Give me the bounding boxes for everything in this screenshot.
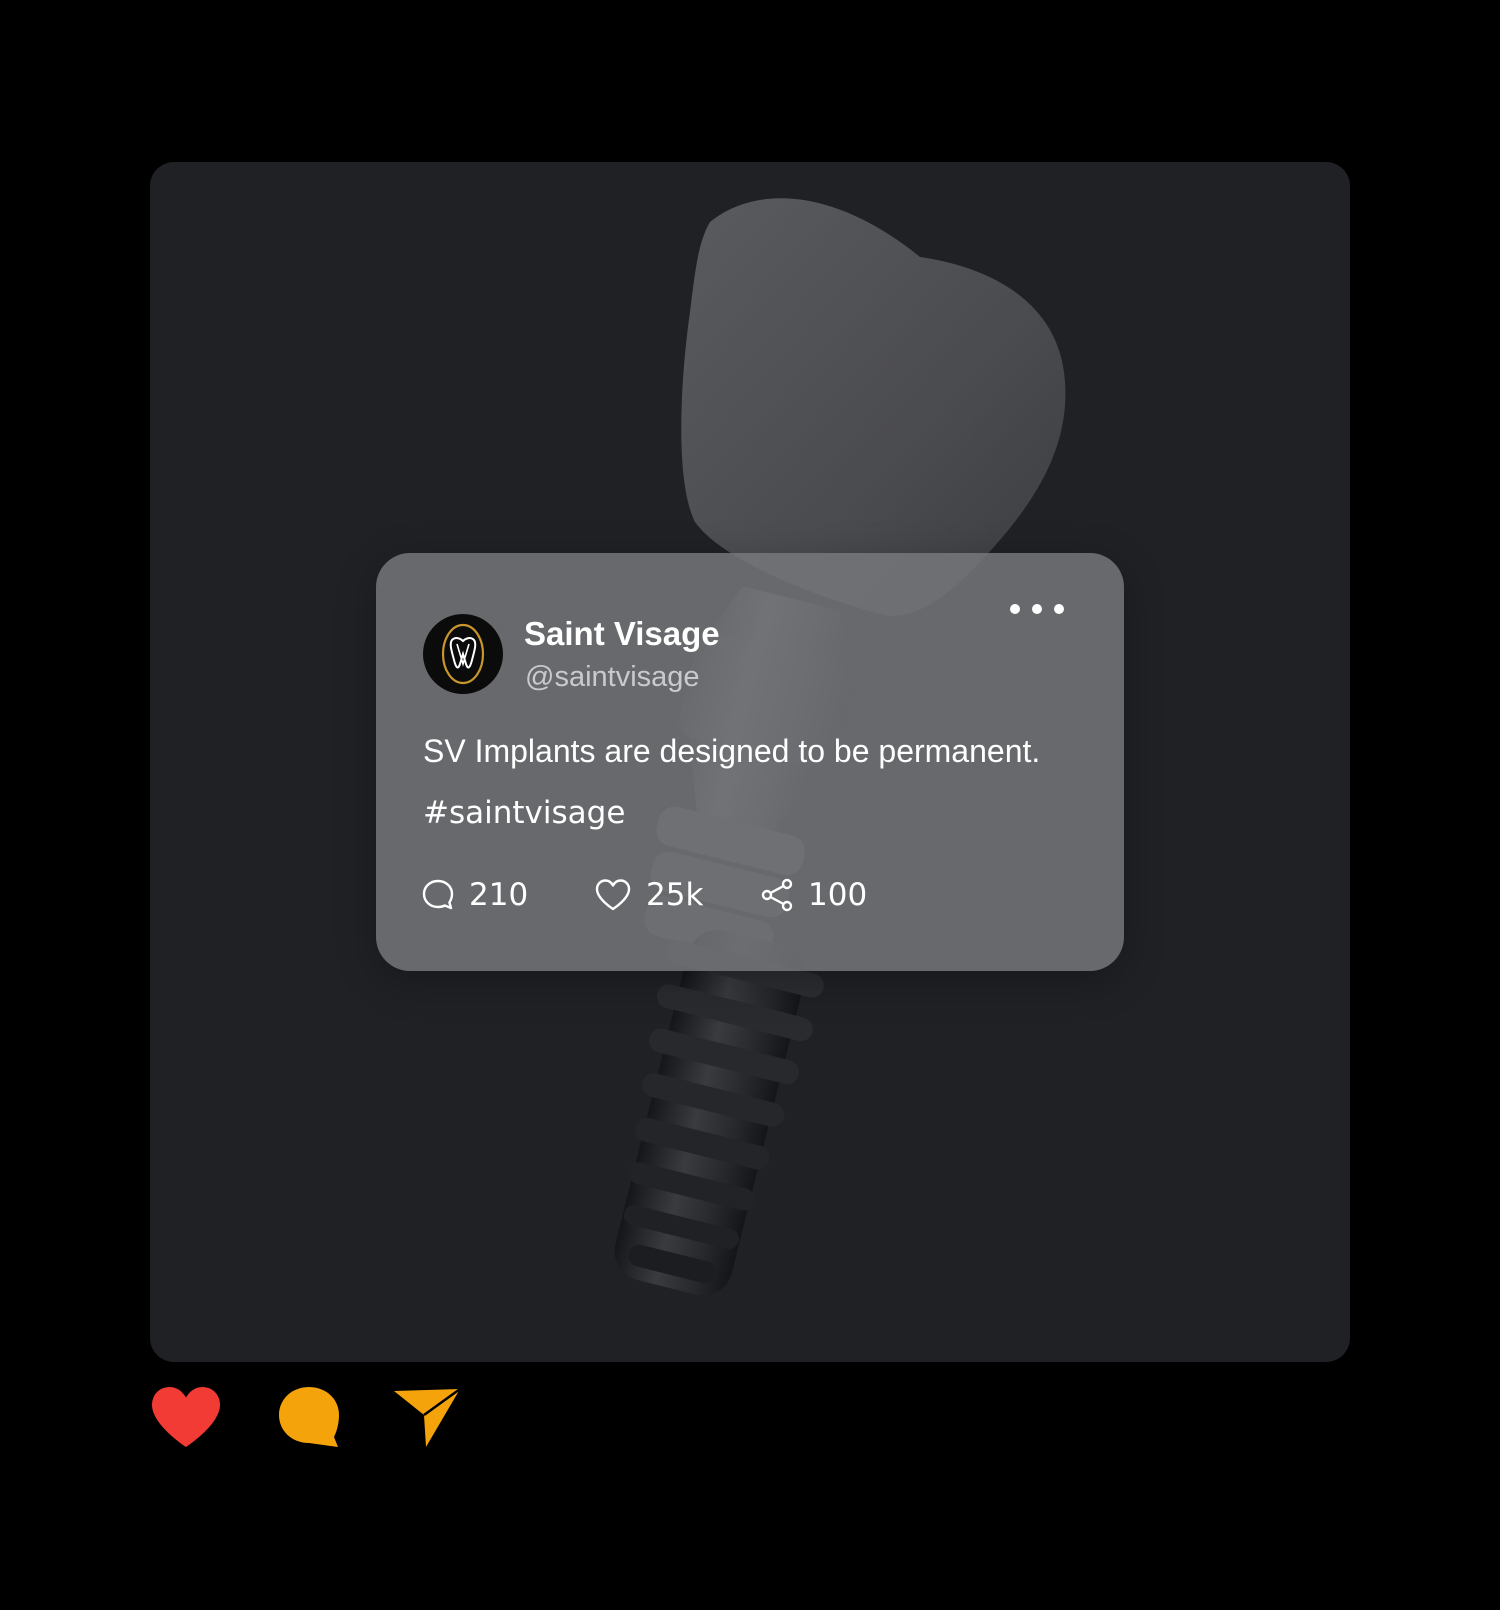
post-actions-bar [150,1385,550,1455]
comment-button[interactable] [276,1385,342,1454]
send-arrow-icon [394,1387,461,1447]
reply-count: 210 [469,877,529,913]
more-options-button[interactable] [1010,597,1064,621]
heart-filled-icon [152,1387,220,1447]
more-dot [1032,604,1042,614]
share-icon [761,878,793,912]
avatar[interactable] [423,614,503,694]
reply-stat-button[interactable]: 210 [421,875,528,915]
comment-outline-icon [422,879,454,910]
tweet-text: SV Implants are designed to be permanent… [423,733,1041,769]
share-stat-button[interactable]: 100 [760,875,867,915]
send-button[interactable] [392,1385,462,1454]
more-dot [1054,604,1064,614]
comment-bubble-icon [279,1387,339,1447]
hashtag-link[interactable]: #saintvisage [423,795,625,831]
like-button[interactable] [150,1385,222,1454]
share-count: 100 [808,877,868,913]
user-handle[interactable]: @saintvisage [525,661,700,694]
more-dots-icon [1010,604,1020,614]
tweet-card: Saint Visage @saintvisage SV Implants ar… [376,553,1124,971]
like-stat-button[interactable]: 25k [594,875,703,915]
display-name[interactable]: Saint Visage [524,615,720,653]
post-image-frame: Saint Visage @saintvisage SV Implants ar… [150,162,1350,1362]
heart-outline-icon [595,879,631,911]
saint-visage-logo-icon [441,623,485,685]
like-count: 25k [646,877,704,913]
